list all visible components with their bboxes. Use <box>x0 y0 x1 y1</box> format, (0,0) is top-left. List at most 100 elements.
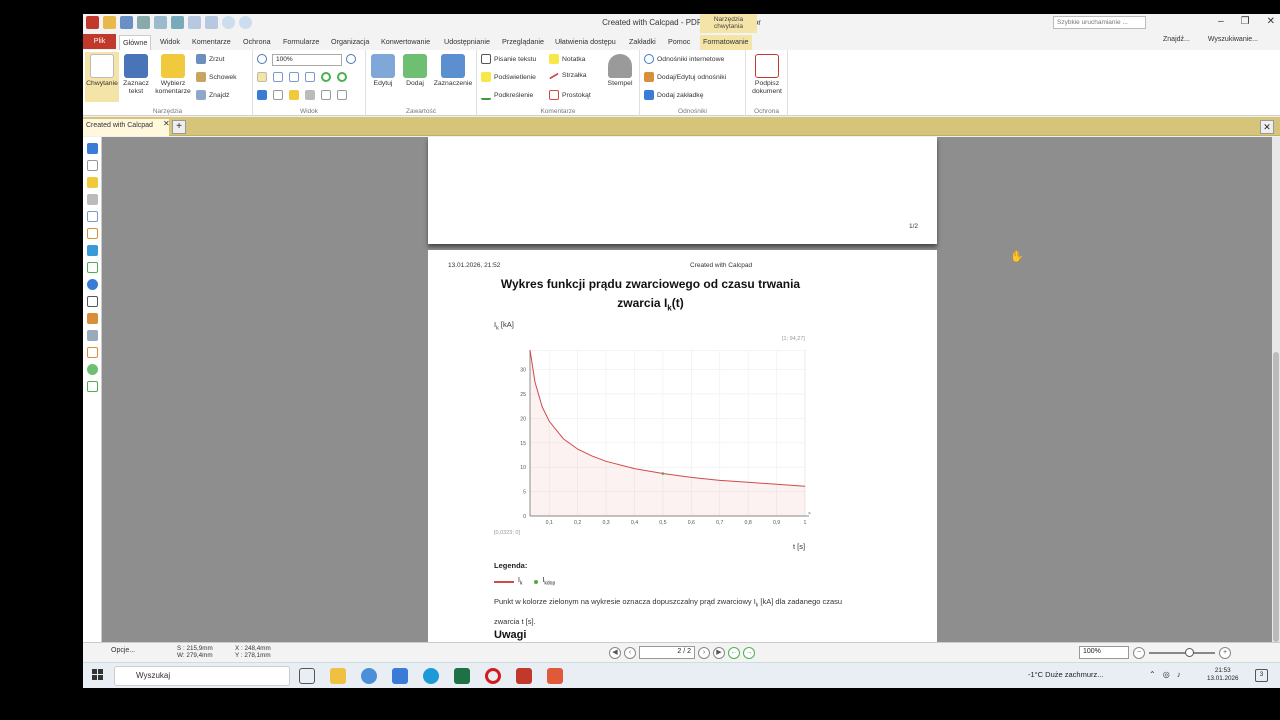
volume-icon[interactable]: ♪ <box>1177 670 1181 679</box>
weather-widget[interactable]: -1°C Duże zachmurz... <box>1028 670 1104 679</box>
back-view-icon[interactable]: ← <box>728 646 740 659</box>
tab-widok[interactable]: Widok <box>157 35 183 50</box>
tab-glowne[interactable]: Główne <box>119 35 152 50</box>
tab-konwertowanie[interactable]: Konwertowanie <box>378 35 433 50</box>
select-comments-button[interactable]: Wybierz komentarze <box>153 54 193 96</box>
edge-icon[interactable] <box>423 668 439 684</box>
rectangle-button[interactable]: Prostokąt <box>549 90 591 100</box>
tab-formatowanie[interactable]: Formatowanie <box>700 35 752 50</box>
quick-launch-input[interactable]: Szybkie uruchamianie ... <box>1053 16 1146 29</box>
taskbar-search-input[interactable]: Wyszukaj <box>114 666 290 686</box>
add-edit-links-button[interactable]: Dodaj/Edytuj odnośniki <box>644 72 726 82</box>
snapshot-button[interactable]: Zrzut <box>196 54 224 64</box>
minimize-icon[interactable]: – <box>1218 16 1224 27</box>
last-page-icon[interactable]: ▶ <box>713 646 725 659</box>
actual-size-icon[interactable] <box>257 72 267 82</box>
first-page-icon[interactable]: ◀ <box>609 646 621 659</box>
windows-start-icon[interactable] <box>92 669 104 681</box>
document-pane-icon[interactable] <box>86 228 98 239</box>
rotate-right-icon[interactable] <box>337 72 347 82</box>
links-pane-icon[interactable] <box>86 313 98 324</box>
tab-udostepnianie[interactable]: Udostępnianie <box>441 35 493 50</box>
maximize-icon[interactable]: ❐ <box>1241 16 1250 27</box>
clock[interactable]: 21:53 13.01.2026 <box>1207 667 1239 683</box>
fit-width-icon[interactable] <box>289 72 299 82</box>
tab-komentarze[interactable]: Komentarze <box>189 35 234 50</box>
store-icon[interactable] <box>392 668 408 684</box>
signatures-pane-icon[interactable] <box>86 364 98 375</box>
add-bookmark-button[interactable]: Dodaj zakładkę <box>644 90 703 100</box>
scrollbar-thumb[interactable] <box>1273 352 1279 642</box>
comments-pane-icon[interactable] <box>86 177 98 188</box>
bookmarks-pane-icon[interactable] <box>86 143 98 154</box>
destinations-pane-icon[interactable] <box>86 330 98 341</box>
new-tab-button[interactable]: + <box>172 120 186 134</box>
hand-tool-button[interactable]: Chwytanie <box>85 52 119 102</box>
opera-icon[interactable] <box>485 668 501 684</box>
structure-pane-icon[interactable] <box>86 296 98 307</box>
zoom-in-status-icon[interactable]: + <box>1219 646 1231 659</box>
rotate-left-icon[interactable] <box>321 72 331 82</box>
document-tab[interactable]: Created with Calcpad ✕ <box>83 119 170 136</box>
fit-visible-icon[interactable] <box>305 72 315 82</box>
tab-zakladki[interactable]: Zakładki <box>626 35 659 50</box>
stamp-button[interactable]: Stempel <box>603 54 637 88</box>
excel-icon[interactable] <box>454 668 470 684</box>
tab-pomoc[interactable]: Pomoc <box>665 35 693 50</box>
task-view-icon[interactable] <box>299 668 315 684</box>
comments-icon[interactable] <box>289 90 299 100</box>
arrow-button[interactable]: Strzałka <box>549 72 587 79</box>
zoom-in-button[interactable] <box>346 54 356 64</box>
layers-pane-icon[interactable] <box>86 245 98 256</box>
document-viewport[interactable]: 1/2 13.01.2026, 21:52 Created with Calcp… <box>102 137 1280 642</box>
prev-page-icon[interactable]: ‹ <box>624 646 636 659</box>
forward-view-icon[interactable]: → <box>743 646 755 659</box>
zoom-slider-knob[interactable] <box>1185 647 1194 657</box>
properties-pane-icon[interactable] <box>86 381 98 392</box>
sign-document-button[interactable]: Podpisz dokument <box>748 54 786 96</box>
zoom-out-button[interactable] <box>257 54 267 64</box>
zoom-slider[interactable] <box>1149 647 1215 657</box>
page-number-input[interactable]: 2 / 2 <box>639 646 695 659</box>
select-text-button[interactable]: Zaznacz tekst <box>121 54 151 96</box>
content-pane-icon[interactable] <box>86 262 98 273</box>
pages-icon[interactable] <box>321 90 331 100</box>
select-content-button[interactable]: Zaznaczenie <box>432 54 474 88</box>
tags-pane-icon[interactable] <box>86 279 98 290</box>
fit-page-icon[interactable] <box>273 72 283 82</box>
thumbnails-pane-icon[interactable] <box>86 160 98 171</box>
attachments-pane-icon[interactable] <box>86 194 98 205</box>
calcpad-icon[interactable] <box>547 668 563 684</box>
web-links-button[interactable]: Odnośniki internetowe <box>644 54 724 64</box>
clipboard-button[interactable]: Schowek <box>196 72 237 82</box>
tab-ochrona[interactable]: Ochrona <box>240 35 274 50</box>
underline-button[interactable]: Podkreślenie <box>481 90 533 100</box>
notifications-badge[interactable]: 3 <box>1255 669 1268 682</box>
options-button[interactable]: Opcje... <box>111 647 135 654</box>
copilot-icon[interactable] <box>361 668 377 684</box>
attachments-icon[interactable] <box>305 90 315 100</box>
note-button[interactable]: Notatka <box>549 54 585 64</box>
edit-button[interactable]: Edytuj <box>368 54 398 88</box>
tab-ulatwienia-dostepu[interactable]: Ułatwienia dostępu <box>552 35 619 50</box>
file-explorer-icon[interactable] <box>330 668 346 684</box>
search-button[interactable]: Wyszukiwanie... <box>1208 36 1258 43</box>
tab-formularze[interactable]: Formularze <box>280 35 322 50</box>
page-pane-icon[interactable] <box>86 211 98 222</box>
thumbnails-icon[interactable] <box>273 90 283 100</box>
vertical-scrollbar[interactable] <box>1272 137 1280 642</box>
close-document-button[interactable]: ✕ <box>1260 120 1274 134</box>
add-button[interactable]: Dodaj <box>400 54 430 88</box>
tab-przegladanie[interactable]: Przeglądanie <box>499 35 547 50</box>
zoom-out-status-icon[interactable]: − <box>1133 646 1145 659</box>
tab-organizacja[interactable]: Organizacja <box>328 35 372 50</box>
zoom-level-select[interactable]: 100% <box>1079 646 1129 659</box>
find-tool-button[interactable]: Znajdź <box>196 90 229 100</box>
tray-chevron-icon[interactable]: ⌃ <box>1149 670 1156 679</box>
tab-plik[interactable]: Plik <box>83 34 116 49</box>
find-button[interactable]: Znajdź... <box>1163 36 1190 43</box>
next-page-icon[interactable]: › <box>698 646 710 659</box>
network-icon[interactable]: ◎ <box>1163 670 1170 679</box>
close-icon[interactable]: ✕ <box>1267 16 1275 27</box>
zoom-select[interactable]: 100% <box>272 54 342 66</box>
